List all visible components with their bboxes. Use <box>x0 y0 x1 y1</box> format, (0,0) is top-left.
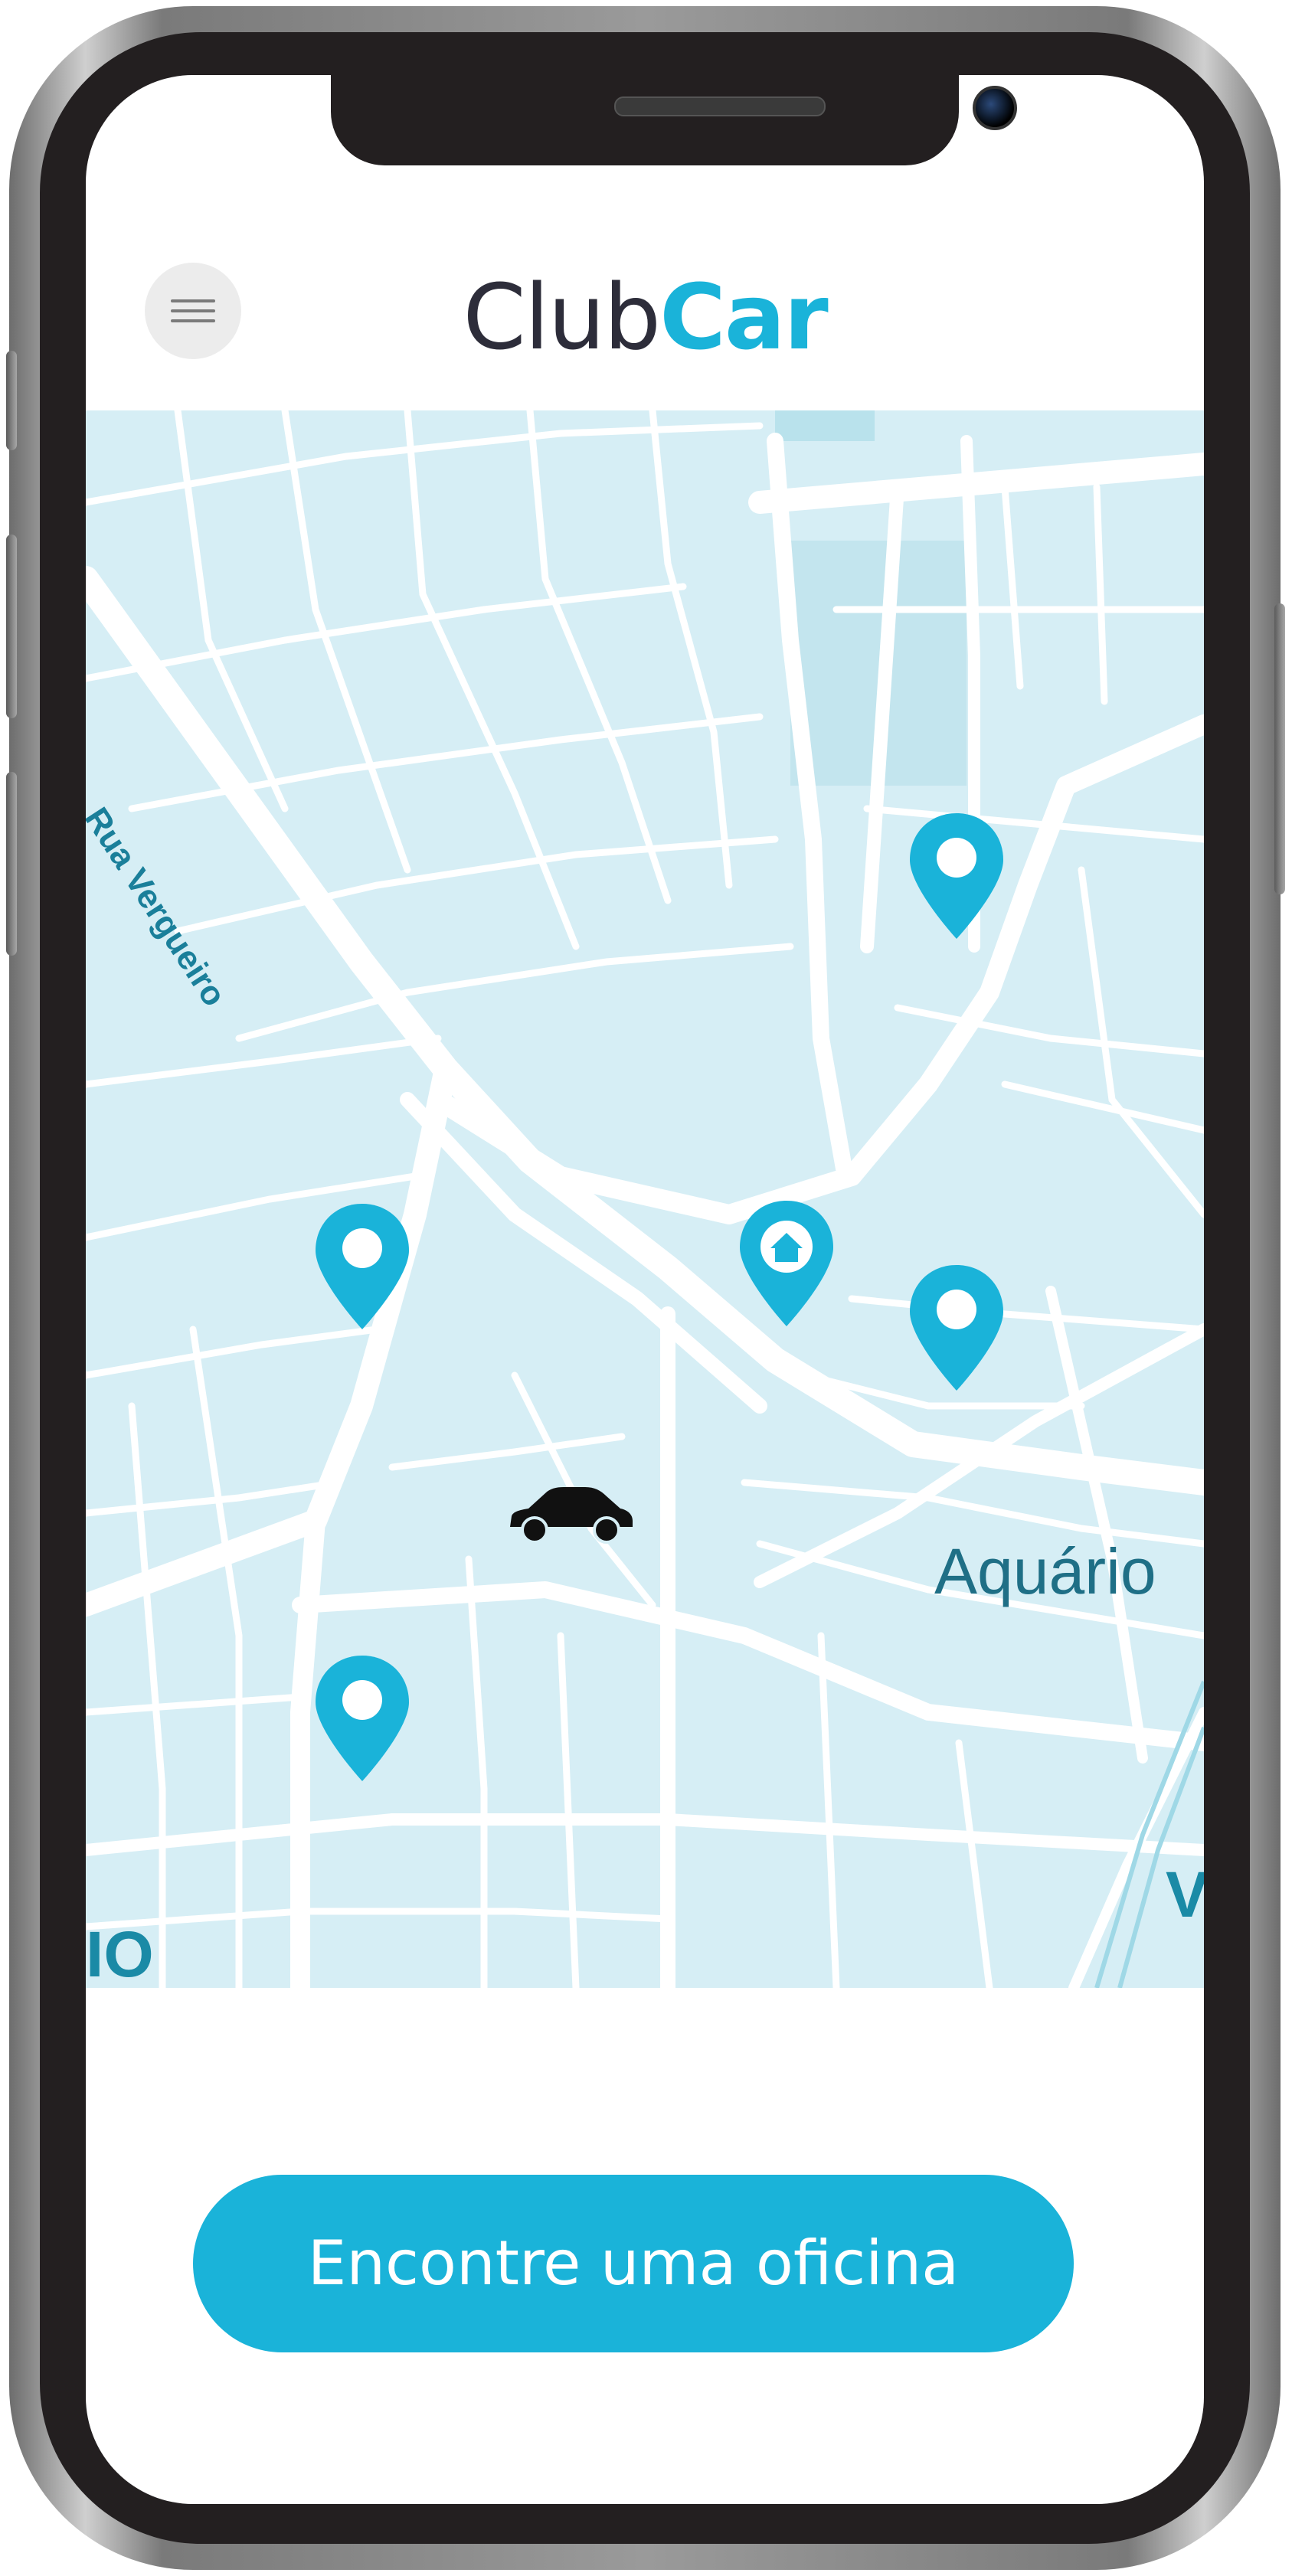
logo-text-club: Club <box>463 264 661 370</box>
car-icon <box>510 1487 633 1544</box>
speaker-grille <box>614 96 826 116</box>
find-workshop-button[interactable]: Encontre uma oficina <box>193 2175 1074 2352</box>
vehicle-marker <box>505 1484 636 1545</box>
home-pin[interactable] <box>737 1198 836 1329</box>
location-pin-icon <box>316 1656 409 1781</box>
street-network <box>86 410 1204 1988</box>
map-pin[interactable] <box>907 1262 1006 1394</box>
power-button <box>1274 603 1285 894</box>
map-edge-label-left: IO <box>86 1918 154 1988</box>
volume-up-button <box>6 534 17 718</box>
location-pin-icon <box>316 1204 409 1329</box>
mute-switch <box>6 351 17 450</box>
logo-text-car: Car <box>659 264 828 370</box>
district-label: Aquário <box>934 1535 1156 1607</box>
home-pin-icon <box>740 1201 833 1326</box>
map-pin[interactable] <box>312 1201 412 1332</box>
map-pin[interactable] <box>907 810 1006 942</box>
volume-down-button <box>6 772 17 956</box>
map-edge-label-right: V <box>1166 1858 1204 1930</box>
map-view[interactable]: Rua Vergueiro Aquário IO V <box>86 410 1204 1988</box>
map-pin[interactable] <box>312 1652 412 1784</box>
app-logo: ClubCar <box>86 263 1204 371</box>
notch <box>331 75 1017 165</box>
front-camera <box>973 86 1017 130</box>
location-pin-icon <box>910 1265 1003 1391</box>
app-screen: ClubCar Rua Vergueiro Aquário IO V Encon… <box>86 75 1204 2504</box>
location-pin-icon <box>910 813 1003 939</box>
